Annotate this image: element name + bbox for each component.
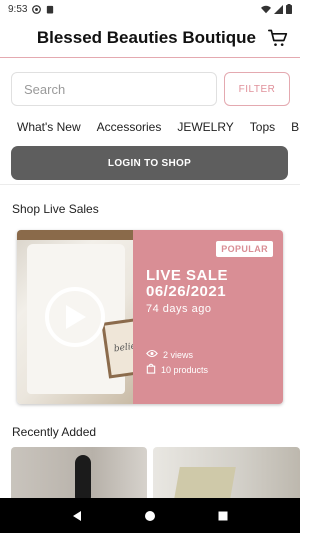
section-title-live-sales: Shop Live Sales bbox=[12, 202, 99, 216]
popular-badge: POPULAR bbox=[216, 241, 273, 257]
app-header: Blessed Beauties Boutique bbox=[0, 18, 300, 58]
login-to-shop-button[interactable]: LOGIN TO SHOP bbox=[11, 146, 288, 180]
eye-icon bbox=[146, 349, 158, 360]
views-count: 2 views bbox=[163, 349, 194, 360]
search-input[interactable] bbox=[11, 72, 217, 106]
live-sale-thumbnail: belie bbox=[17, 230, 133, 404]
filter-button[interactable]: FILTER bbox=[224, 72, 290, 106]
app-title: Blessed Beauties Boutique bbox=[36, 27, 256, 47]
views-stat: 2 views bbox=[146, 349, 193, 360]
thumbnail-object bbox=[75, 455, 91, 499]
signal-icon bbox=[274, 4, 283, 14]
status-left: 9:53 bbox=[8, 4, 54, 15]
live-sale-ago: 74 days ago bbox=[146, 303, 212, 315]
play-icon[interactable] bbox=[45, 287, 105, 347]
category-jewelry[interactable]: JEWELRY bbox=[177, 120, 233, 134]
home-icon[interactable] bbox=[140, 506, 160, 526]
cart-icon[interactable] bbox=[268, 28, 288, 48]
section-title-recently-added: Recently Added bbox=[12, 425, 97, 439]
category-tops[interactable]: Tops bbox=[250, 120, 275, 134]
category-accessories[interactable]: Accessories bbox=[97, 120, 162, 134]
live-sale-date: 06/26/2021 bbox=[146, 283, 227, 300]
wifi-icon bbox=[261, 5, 271, 14]
thumbnail-object bbox=[174, 467, 236, 499]
clipboard-icon bbox=[46, 5, 54, 14]
battery-icon bbox=[286, 4, 292, 14]
live-sale-card[interactable]: belie POPULAR LIVE SALE 06/26/2021 74 da… bbox=[17, 230, 283, 404]
divider bbox=[0, 184, 300, 185]
status-right bbox=[261, 4, 292, 14]
thumbnail-wood-trim bbox=[17, 230, 133, 240]
category-nav: What's New Accessories JEWELRY Tops B bbox=[0, 118, 300, 136]
recents-icon[interactable] bbox=[213, 506, 233, 526]
status-time: 9:53 bbox=[8, 3, 28, 15]
category-whats-new[interactable]: What's New bbox=[17, 120, 81, 134]
back-icon[interactable] bbox=[67, 506, 87, 526]
recent-product-thumbnail[interactable] bbox=[11, 447, 147, 499]
shopping-bag-icon bbox=[146, 363, 156, 376]
system-nav-bar bbox=[0, 498, 300, 533]
recently-added-row bbox=[11, 447, 300, 499]
status-bar: 9:53 bbox=[0, 0, 300, 18]
recent-product-thumbnail[interactable] bbox=[153, 447, 300, 499]
live-sale-info: POPULAR LIVE SALE 06/26/2021 74 days ago… bbox=[133, 230, 283, 404]
products-stat: 10 products bbox=[146, 363, 208, 376]
search-row: FILTER bbox=[11, 72, 290, 106]
live-sale-label: LIVE SALE bbox=[146, 267, 229, 284]
category-partial[interactable]: B bbox=[291, 120, 299, 134]
products-count: 10 products bbox=[161, 364, 209, 375]
sim-icon bbox=[32, 4, 42, 14]
